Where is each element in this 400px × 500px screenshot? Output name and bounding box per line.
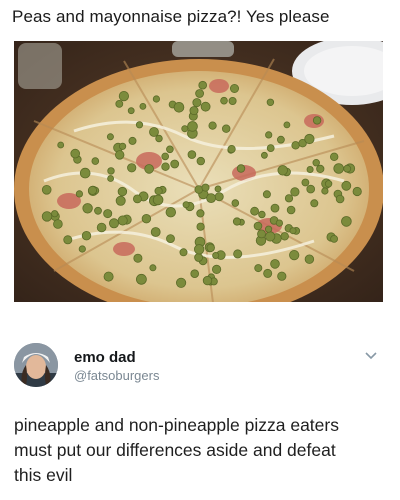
tweet-header: emo dad @fatsoburgers bbox=[0, 330, 400, 400]
tweet-text: pineapple and non-pineapple pizza eaters… bbox=[14, 413, 392, 488]
display-name[interactable]: emo dad bbox=[74, 349, 136, 366]
pizza-illustration bbox=[14, 41, 383, 302]
post-caption: Peas and mayonnaise pizza?! Yes please bbox=[12, 7, 330, 26]
profile-photo-icon bbox=[14, 343, 58, 387]
pizza-photo bbox=[14, 41, 383, 302]
avatar[interactable] bbox=[14, 343, 58, 387]
tweet-text-line: this evil bbox=[14, 465, 73, 485]
user-handle[interactable]: @fatsoburgers bbox=[74, 368, 159, 383]
chevron-down-icon[interactable] bbox=[364, 351, 378, 361]
tweet-text-line: must put our differences aside and defea… bbox=[14, 440, 336, 460]
tweet-text-line: pineapple and non-pineapple pizza eaters bbox=[14, 415, 339, 435]
